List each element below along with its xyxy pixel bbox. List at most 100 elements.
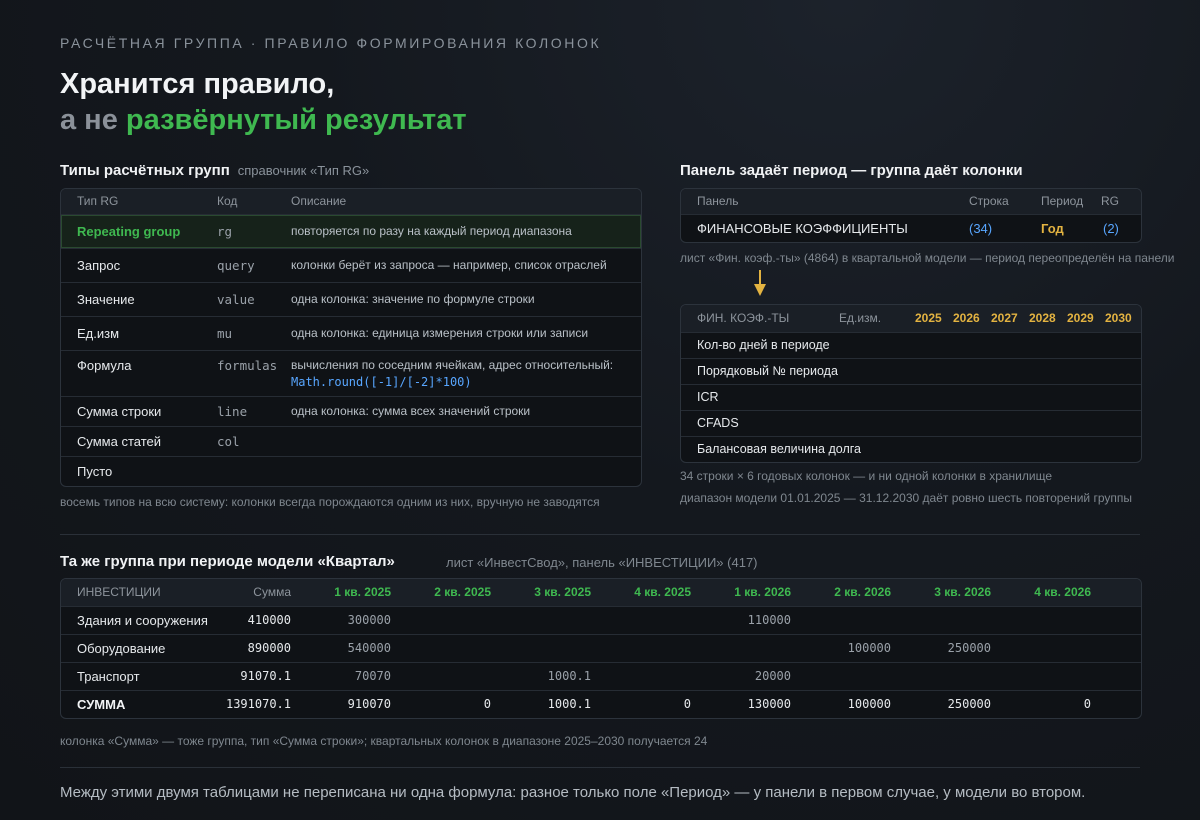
headline-line2: а не развёрнутый результат <box>60 102 467 138</box>
table-row[interactable]: Сумма статей col <box>61 426 641 456</box>
header-quarter: 3 кв. 2025 <box>534 585 591 599</box>
type-name: Сумма статей <box>77 434 162 449</box>
type-code: col <box>217 434 240 449</box>
table-row[interactable]: Ед.изм mu одна колонка: единица измерени… <box>61 316 641 350</box>
invest-quarter-value: 1000.1 <box>547 697 591 711</box>
fin-row-label: ICR <box>697 390 719 404</box>
type-desc: одна колонка: значение по формуле строки <box>291 292 535 306</box>
table-row[interactable]: Значение value одна колонка: значение по… <box>61 282 641 316</box>
type-code: mu <box>217 326 233 341</box>
invest-quarter-value: 0 <box>683 697 691 711</box>
types-title: Типы расчётных групп <box>60 162 230 179</box>
invest-quarter-value: 100000 <box>847 697 891 711</box>
type-desc: повторяется по разу на каждый период диа… <box>291 224 572 238</box>
panel-period: Год <box>1041 221 1064 236</box>
fin-table: ФИН. КОЭФ.-ТЫ Ед.изм. 2025 2026 2027 202… <box>680 304 1142 463</box>
header-desc: Описание <box>291 194 347 208</box>
invest-quarter-value: 250000 <box>947 697 991 711</box>
panel-header-row: Панель Строка Период RG <box>681 189 1141 214</box>
invest-row-sum: 1391070.1 <box>225 697 291 711</box>
footer-note: Между этими двумя таблицами не переписан… <box>60 784 1086 801</box>
headline-line1: Хранится правило, <box>60 68 335 100</box>
list-item[interactable]: CFADS <box>681 410 1141 436</box>
type-name: Запрос <box>77 258 121 273</box>
fin-header-row: ФИН. КОЭФ.-ТЫ Ед.изм. 2025 2026 2027 202… <box>681 305 1141 332</box>
formula-example: Math.round([-1]/[-2]*100) <box>291 375 472 389</box>
type-code: value <box>217 292 255 307</box>
type-code: line <box>217 404 248 419</box>
table-row[interactable]: Сумма строки line одна колонка: сумма вс… <box>61 396 641 426</box>
headline-accent: развёрнутый результат <box>125 104 467 136</box>
table-row[interactable]: Здания и сооружения 410000 300000 110000 <box>61 606 1141 634</box>
panel-name: ФИНАНСОВЫЕ КОЭФФИЦИЕНТЫ <box>697 221 908 236</box>
panel-note: лист «Фин. коэф.-ты» (4864) в квартально… <box>680 251 1175 265</box>
invest-quarter-value: 300000 <box>347 613 391 627</box>
table-row[interactable]: Транспорт 91070.1 70070 1000.1 20000 <box>61 662 1141 690</box>
invest-row-name: СУММА <box>77 697 126 712</box>
fin-row-label: CFADS <box>697 416 739 430</box>
invest-quarter-value: 0 <box>483 697 491 711</box>
header-quarter: 2 кв. 2026 <box>834 585 891 599</box>
invest-row-sum: 91070.1 <box>240 669 291 683</box>
header-fin-name: ФИН. КОЭФ.-ТЫ <box>697 311 790 325</box>
header-year: 2029 <box>1067 311 1094 325</box>
fin-row-label: Кол-во дней в периоде <box>697 338 830 352</box>
header-year: 2026 <box>953 311 980 325</box>
divider <box>60 767 1140 768</box>
invest-quarter-value: 540000 <box>347 641 391 655</box>
table-row[interactable]: Формула formulas вычисления по соседним … <box>61 350 641 396</box>
invest-row-sum: 410000 <box>247 613 291 627</box>
list-item[interactable]: ICR <box>681 384 1141 410</box>
panel-rg-link[interactable]: (2) <box>1103 215 1119 242</box>
header-quarter: 3 кв. 2026 <box>934 585 991 599</box>
invest-quarter-value: 130000 <box>747 697 791 711</box>
table-row[interactable]: Пусто <box>61 456 641 486</box>
list-item[interactable]: Порядковый № периода <box>681 358 1141 384</box>
header-year: 2025 <box>915 311 942 325</box>
table-row[interactable]: Оборудование 890000 540000 100000 250000 <box>61 634 1141 662</box>
panel-row-link[interactable]: (34) <box>969 215 992 242</box>
type-desc: колонки берёт из запроса — например, спи… <box>291 258 607 272</box>
invest-quarter-value: 1000.1 <box>547 669 591 683</box>
types-header-row: Тип RG Код Описание <box>61 189 641 214</box>
type-name: Ед.изм <box>77 326 120 341</box>
invest-row-name: Здания и сооружения <box>77 613 208 628</box>
header-invest-name: ИНВЕСТИЦИИ <box>77 585 161 599</box>
arrow-down-icon <box>754 270 766 296</box>
header-quarter: 1 кв. 2026 <box>734 585 791 599</box>
invest-table: ИНВЕСТИЦИИ Сумма 1 кв. 2025 2 кв. 2025 3… <box>60 578 1142 719</box>
invest-quarter-value: 910070 <box>347 697 391 711</box>
table-row[interactable]: Repeating group rg повторяется по разу н… <box>61 214 641 248</box>
divider <box>60 534 1140 535</box>
header-type: Тип RG <box>77 194 119 208</box>
invest-title: Та же группа при периоде модели «Квартал… <box>60 553 395 570</box>
header-row: Строка <box>969 194 1009 208</box>
invest-quarter-value: 110000 <box>747 613 791 627</box>
type-desc-text: вычисления по соседним ячейкам, адрес от… <box>291 358 614 372</box>
header-quarter: 1 кв. 2025 <box>334 585 391 599</box>
invest-quarter-value: 0 <box>1083 697 1091 711</box>
invest-subtitle: лист «ИнвестСвод», панель «ИНВЕСТИЦИИ» (… <box>446 555 758 570</box>
types-table: Тип RG Код Описание Repeating group rg п… <box>60 188 642 487</box>
fin-note-2: диапазон модели 01.01.2025 — 31.12.2030 … <box>680 491 1133 505</box>
headline-muted: а не <box>60 104 118 136</box>
table-row[interactable]: СУММА 1391070.1 910070 0 1000.1 0 130000 100000… <box>61 690 1141 718</box>
header-year: 2030 <box>1105 311 1132 325</box>
list-item[interactable]: Балансовая величина долга <box>681 436 1141 462</box>
headline: Хранится правило, а не развёрнутый резул… <box>60 66 467 138</box>
invest-note: колонка «Сумма» — тоже группа, тип «Сумм… <box>60 734 708 748</box>
type-name: Формула <box>77 358 132 373</box>
type-desc: одна колонка: единица измерения строки и… <box>291 326 589 340</box>
types-subtitle: справочник «Тип RG» <box>237 163 370 178</box>
type-name: Сумма строки <box>77 404 162 419</box>
invest-quarter-value: 100000 <box>847 641 891 655</box>
table-row[interactable]: Запрос query колонки берёт из запроса — … <box>61 248 641 282</box>
header-panel: Панель <box>697 194 739 208</box>
type-desc: одна колонка: сумма всех значений строки <box>291 404 531 418</box>
fin-row-label: Балансовая величина долга <box>697 442 861 456</box>
table-row[interactable]: ФИНАНСОВЫЕ КОЭФФИЦИЕНТЫ (34) Год (2) <box>681 214 1141 242</box>
header-code: Код <box>217 194 238 208</box>
invest-quarter-value: 20000 <box>754 669 791 683</box>
list-item[interactable]: Кол-во дней в периоде <box>681 332 1141 358</box>
header-unit: Ед.изм. <box>839 311 882 325</box>
